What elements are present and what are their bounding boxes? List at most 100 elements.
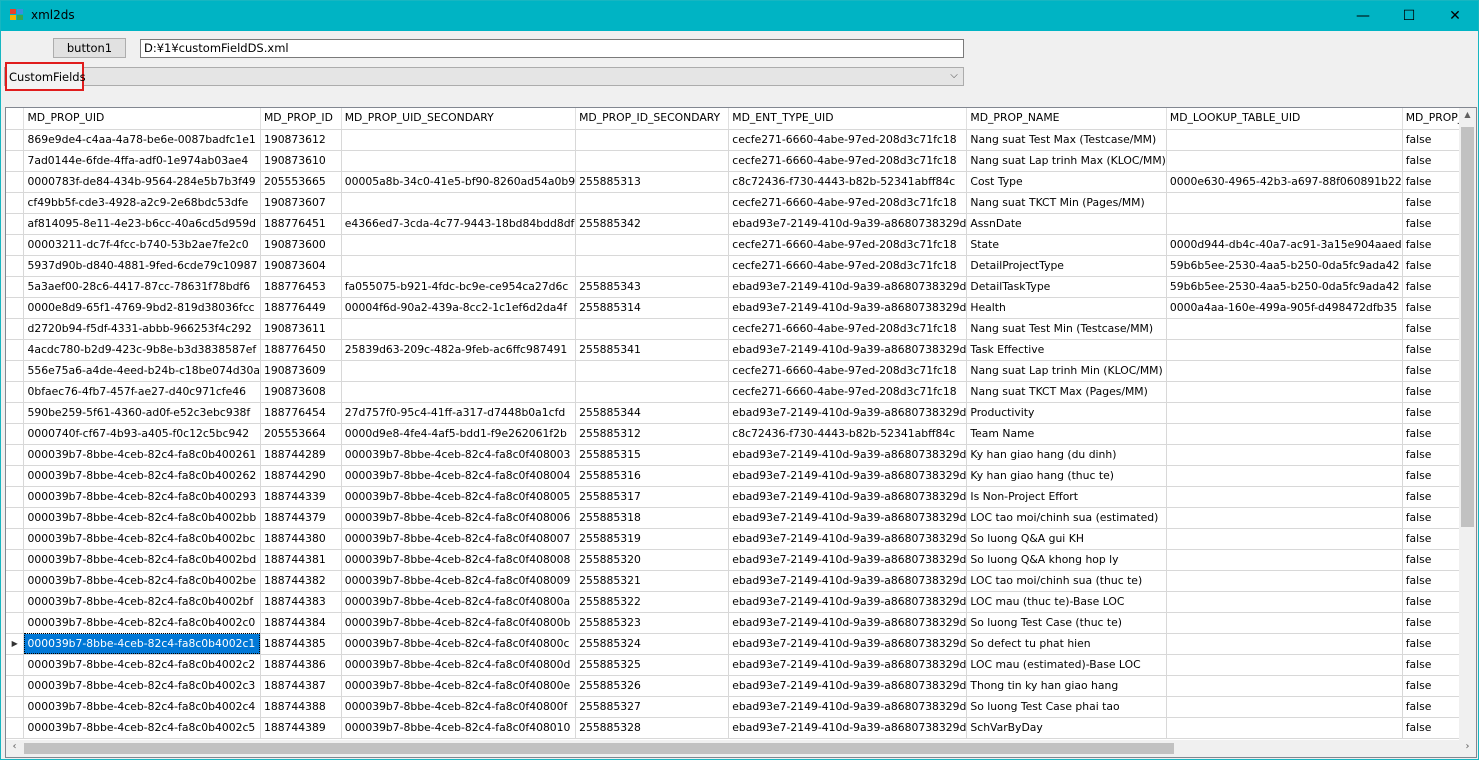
table-cell[interactable] [575, 381, 730, 403]
row-header[interactable] [6, 717, 25, 739]
table-row[interactable]: 000039b7-8bbe-4ceb-82c4-fa8c0b4002c0 1887… [6, 612, 1476, 634]
table-cell[interactable]: 255885313 [575, 171, 730, 193]
table-cell[interactable]: State [966, 234, 1167, 256]
minimize-button[interactable]: — [1340, 1, 1386, 31]
table-cell[interactable]: Productivity [966, 402, 1167, 424]
table-cell[interactable]: 255885316 [575, 465, 730, 487]
table-cell[interactable]: 0000e630-4965-42b3-a697-88f060891b22 [1166, 171, 1403, 193]
table-cell[interactable]: 0000a4aa-160e-499a-905f-d498472dfb35 [1166, 297, 1403, 319]
row-header[interactable] [6, 339, 25, 361]
table-cell[interactable]: ebad93e7-2149-410d-9a39-a8680738329d [728, 591, 968, 613]
table-cell[interactable] [1166, 696, 1403, 718]
table-row[interactable]: ▶ 000039b7-8bbe-4ceb-82c4-fa8c0b4002c1 188… [6, 633, 1476, 655]
table-cell[interactable] [1166, 486, 1403, 508]
table-cell[interactable]: 255885322 [575, 591, 730, 613]
table-cell[interactable]: ebad93e7-2149-410d-9a39-a8680738329d [728, 675, 968, 697]
table-cell[interactable]: Nang suat Lap trinh Min (KLOC/MM) [966, 360, 1167, 382]
table-cell[interactable]: 188744385 [260, 633, 342, 655]
table-row[interactable]: 000039b7-8bbe-4ceb-82c4-fa8c0b400293 1887… [6, 486, 1476, 508]
table-cell[interactable]: 25839d63-209c-482a-9feb-ac6ffc987491 [341, 339, 577, 361]
table-cell[interactable] [1166, 381, 1403, 403]
column-header[interactable]: MD_PROP_NAME [966, 108, 1167, 130]
table-cell[interactable]: 188744384 [260, 612, 342, 634]
table-cell[interactable]: Task Effective [966, 339, 1167, 361]
row-header[interactable] [6, 171, 25, 193]
table-row[interactable]: 0000740f-cf67-4b93-a405-f0c12c5bc942 2055… [6, 423, 1476, 445]
table-row[interactable]: 000039b7-8bbe-4ceb-82c4-fa8c0b400261 1887… [6, 444, 1476, 466]
table-row[interactable]: 869e9de4-c4aa-4a78-be6e-0087badfc1e1 1908… [6, 129, 1476, 151]
table-cell[interactable] [341, 360, 577, 382]
table-cell[interactable]: 556e75a6-a4de-4eed-b24b-c18be074d30a [23, 360, 261, 382]
table-cell[interactable]: 188744387 [260, 675, 342, 697]
table-cell[interactable] [1166, 675, 1403, 697]
data-grid[interactable]: MD_PROP_UID MD_PROP_ID MD_PROP_UID_SECONDA… [5, 107, 1477, 758]
table-cell[interactable]: cecfe271-6660-4abe-97ed-208d3c71fc18 [728, 381, 968, 403]
table-cell[interactable]: ebad93e7-2149-410d-9a39-a8680738329d [728, 465, 968, 487]
table-cell[interactable]: 190873604 [260, 255, 342, 277]
table-cell[interactable]: ebad93e7-2149-410d-9a39-a8680738329d [728, 444, 968, 466]
table-row[interactable]: d2720b94-f5df-4331-abbb-966253f4c292 1908… [6, 318, 1476, 340]
table-cell[interactable]: LOC mau (thuc te)-Base LOC [966, 591, 1167, 613]
table-cell[interactable]: LOC tao moi/chinh sua (thuc te) [966, 570, 1167, 592]
table-cell[interactable]: ebad93e7-2149-410d-9a39-a8680738329d [728, 213, 968, 235]
file-path-input[interactable]: D:¥1¥customFieldDS.xml [140, 39, 964, 58]
table-row[interactable]: 000039b7-8bbe-4ceb-82c4-fa8c0b4002bc 1887… [6, 528, 1476, 550]
table-cell[interactable]: 000039b7-8bbe-4ceb-82c4-fa8c0b4002c4 [23, 696, 261, 718]
table-row[interactable]: 5a3aef00-28c6-4417-87cc-78631f78bdf6 1887… [6, 276, 1476, 298]
table-cell[interactable]: 000039b7-8bbe-4ceb-82c4-fa8c0f408005 [341, 486, 577, 508]
table-cell[interactable]: ebad93e7-2149-410d-9a39-a8680738329d [728, 696, 968, 718]
row-header[interactable] [6, 234, 25, 256]
table-cell[interactable]: 188776451 [260, 213, 342, 235]
table-row[interactable]: 000039b7-8bbe-4ceb-82c4-fa8c0b4002c3 1887… [6, 675, 1476, 697]
table-cell[interactable] [1166, 129, 1403, 151]
table-cell[interactable] [1166, 591, 1403, 613]
table-cell[interactable] [1166, 717, 1403, 739]
table-cell[interactable]: So luong Test Case phai tao [966, 696, 1167, 718]
row-header[interactable] [6, 297, 25, 319]
row-header[interactable] [6, 549, 25, 571]
table-cell[interactable]: 190873612 [260, 129, 342, 151]
table-row[interactable]: 556e75a6-a4de-4eed-b24b-c18be074d30a 1908… [6, 360, 1476, 382]
table-cell[interactable]: 000039b7-8bbe-4ceb-82c4-fa8c0f40800c [341, 633, 577, 655]
table-cell[interactable] [575, 192, 730, 214]
table-cell[interactable]: 190873600 [260, 234, 342, 256]
table-cell[interactable]: 188744389 [260, 717, 342, 739]
table-cell[interactable] [341, 255, 577, 277]
table-row[interactable]: 000039b7-8bbe-4ceb-82c4-fa8c0b4002bd 1887… [6, 549, 1476, 571]
table-cell[interactable]: Cost Type [966, 171, 1167, 193]
table-cell[interactable]: ebad93e7-2149-410d-9a39-a8680738329d [728, 528, 968, 550]
table-cell[interactable]: 000039b7-8bbe-4ceb-82c4-fa8c0b400262 [23, 465, 261, 487]
table-cell[interactable]: ebad93e7-2149-410d-9a39-a8680738329d [728, 549, 968, 571]
table-row[interactable]: 0000783f-de84-434b-9564-284e5b7b3f49 2055… [6, 171, 1476, 193]
column-header[interactable]: MD_PROP_ID [260, 108, 342, 130]
table-cell[interactable]: 255885318 [575, 507, 730, 529]
table-cell[interactable]: DetailTaskType [966, 276, 1167, 298]
table-cell[interactable]: So defect tu phat hien [966, 633, 1167, 655]
table-cell[interactable]: ebad93e7-2149-410d-9a39-a8680738329d [728, 276, 968, 298]
table-cell[interactable]: ebad93e7-2149-410d-9a39-a8680738329d [728, 654, 968, 676]
table-cell[interactable]: 5937d90b-d840-4881-9fed-6cde79c10987 [23, 255, 261, 277]
table-cell[interactable] [341, 129, 577, 151]
table-cell[interactable] [575, 255, 730, 277]
vertical-scrollbar[interactable]: ▲ [1459, 108, 1476, 742]
table-row[interactable]: 0bfaec76-4fb7-457f-ae27-d40c971cfe46 1908… [6, 381, 1476, 403]
row-header[interactable] [6, 255, 25, 277]
table-cell[interactable]: 188776454 [260, 402, 342, 424]
table-cell[interactable]: Ky han giao hang (du dinh) [966, 444, 1167, 466]
table-cell[interactable]: cf49bb5f-cde3-4928-a2c9-2e68bdc53dfe [23, 192, 261, 214]
table-cell[interactable]: 188744388 [260, 696, 342, 718]
table-cell[interactable]: 59b6b5ee-2530-4aa5-b250-0da5fc9ada42 [1166, 255, 1403, 277]
table-cell[interactable]: cecfe271-6660-4abe-97ed-208d3c71fc18 [728, 234, 968, 256]
table-cell[interactable]: 255885327 [575, 696, 730, 718]
row-header[interactable] [6, 129, 25, 151]
table-cell[interactable] [1166, 213, 1403, 235]
table-cell[interactable]: cecfe271-6660-4abe-97ed-208d3c71fc18 [728, 360, 968, 382]
table-cell[interactable]: 000039b7-8bbe-4ceb-82c4-fa8c0f40800e [341, 675, 577, 697]
table-cell[interactable]: ebad93e7-2149-410d-9a39-a8680738329d [728, 717, 968, 739]
table-cell[interactable] [1166, 465, 1403, 487]
row-header[interactable] [6, 507, 25, 529]
table-cell[interactable]: 188744290 [260, 465, 342, 487]
table-cell[interactable] [1166, 318, 1403, 340]
row-header[interactable] [6, 612, 25, 634]
table-row[interactable]: 000039b7-8bbe-4ceb-82c4-fa8c0b4002be 1887… [6, 570, 1476, 592]
